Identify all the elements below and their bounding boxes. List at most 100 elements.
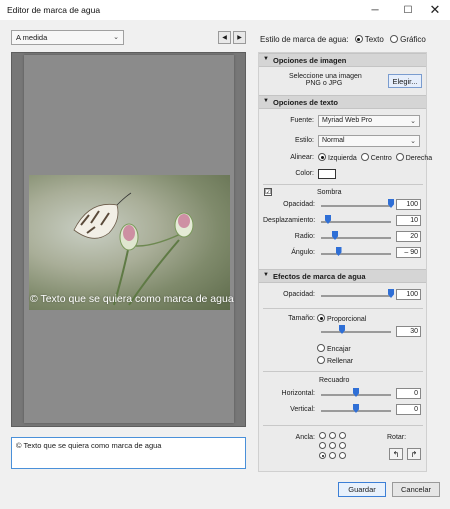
size-slider[interactable] xyxy=(321,331,391,333)
shadow-radius-field[interactable]: 20 xyxy=(396,231,421,242)
watermark-style-row: Estilo de marca de agua: Texto Gráfico xyxy=(260,35,426,44)
preset-value: A medida xyxy=(16,33,48,42)
style-text-radio[interactable]: Texto xyxy=(354,35,384,44)
collapse-triangle-icon: ▼ xyxy=(263,272,269,278)
align-center-label: Centro xyxy=(370,155,392,162)
horizontal-field[interactable]: 0 xyxy=(396,388,421,399)
align-options: Izquierda Centro Derecha xyxy=(318,153,432,162)
radio-icon xyxy=(317,356,325,364)
cancel-button[interactable]: Cancelar xyxy=(392,482,440,497)
font-label: Fuente: xyxy=(290,117,314,124)
anchor-bottom-center[interactable] xyxy=(329,452,336,459)
preset-dropdown[interactable]: A medida ⌄ xyxy=(11,30,124,45)
effects-opacity-slider[interactable] xyxy=(321,295,391,297)
radio-icon xyxy=(317,344,325,352)
choose-image-button[interactable]: Elegir... xyxy=(388,74,422,88)
radio-icon xyxy=(390,35,399,43)
align-right-label: Derecha xyxy=(405,155,433,162)
effects-opacity-field[interactable]: 100 xyxy=(396,289,421,300)
section-image-options[interactable]: ▼ Opciones de imagen xyxy=(259,53,426,67)
image-hint-line1: Seleccione una imagen xyxy=(289,73,362,80)
anchor-middle-left[interactable] xyxy=(319,442,326,449)
maximize-button[interactable]: ☐ xyxy=(393,0,423,20)
left-arrow-icon: ◀ xyxy=(222,35,227,41)
section-watermark-effects[interactable]: ▼ Efectos de marca de agua xyxy=(259,269,426,283)
shadow-angle-slider[interactable] xyxy=(321,253,391,255)
font-value: Myriad Web Pro xyxy=(322,117,373,124)
size-fill-radio[interactable]: Rellenar xyxy=(317,356,353,365)
font-style-value: Normal xyxy=(322,137,345,144)
save-button[interactable]: Guardar xyxy=(338,482,386,497)
shadow-label: Sombra xyxy=(317,189,342,196)
size-proportional-radio[interactable]: Proporcional xyxy=(317,314,366,323)
horizontal-label: Horizontal: xyxy=(281,390,315,397)
shadow-radius-slider[interactable] xyxy=(321,237,391,239)
preview-photo xyxy=(29,175,230,310)
previous-button[interactable]: ◀ xyxy=(218,31,231,44)
collapse-triangle-icon: ▼ xyxy=(263,56,269,62)
size-field[interactable]: 30 xyxy=(396,326,421,337)
radio-icon xyxy=(395,153,404,161)
style-text-label: Texto xyxy=(364,35,384,44)
section-title: Opciones de texto xyxy=(273,98,339,107)
align-label: Alinear: xyxy=(290,154,314,161)
shadow-angle-field[interactable]: – 90 xyxy=(396,247,421,258)
anchor-top-center[interactable] xyxy=(329,432,336,439)
chevron-down-icon: ⌄ xyxy=(410,138,416,145)
font-style-select[interactable]: Normal ⌄ xyxy=(318,135,420,147)
shadow-checkbox[interactable]: ☑ xyxy=(264,188,272,196)
window-title: Editor de marca de agua xyxy=(7,5,101,15)
chevron-down-icon: ⌄ xyxy=(113,34,119,41)
chevron-down-icon: ⌄ xyxy=(410,118,416,125)
anchor-bottom-left[interactable] xyxy=(319,452,326,459)
shadow-opacity-slider[interactable] xyxy=(321,205,391,207)
radio-icon xyxy=(360,153,369,161)
preview-page: © Texto que se quiera como marca de agua xyxy=(24,55,234,423)
anchor-top-left[interactable] xyxy=(319,432,326,439)
shadow-radius-label: Radio: xyxy=(294,233,315,240)
font-select[interactable]: Myriad Web Pro ⌄ xyxy=(318,115,420,127)
shadow-opacity-field[interactable]: 100 xyxy=(396,199,421,210)
effects-opacity-label: Opacidad: xyxy=(283,291,315,298)
color-label: Color: xyxy=(295,170,314,177)
shadow-opacity-label: Opacidad: xyxy=(283,201,315,208)
watermark-preview-text: © Texto que se quiera como marca de agua xyxy=(30,293,234,305)
align-right-radio[interactable]: Derecha xyxy=(395,153,433,162)
minimize-button[interactable]: ─ xyxy=(360,0,390,20)
anchor-bottom-right[interactable] xyxy=(339,452,346,459)
shadow-offset-field[interactable]: 10 xyxy=(396,215,421,226)
shadow-offset-slider[interactable] xyxy=(321,221,391,223)
size-fill-label: Rellenar xyxy=(327,358,354,365)
settings-panel: ▼ Opciones de imagen Seleccione una imag… xyxy=(258,52,432,472)
align-left-label: Izquierda xyxy=(328,155,357,162)
size-proportional-label: Proporcional xyxy=(327,316,367,323)
divider xyxy=(263,371,423,372)
align-left-radio[interactable]: Izquierda xyxy=(318,153,357,162)
shadow-offset-label: Desplazamiento: xyxy=(263,217,316,224)
next-button[interactable]: ▶ xyxy=(233,31,246,44)
align-center-radio[interactable]: Centro xyxy=(360,153,392,162)
section-text-options[interactable]: ▼ Opciones de texto xyxy=(259,95,426,109)
title-bar: Editor de marca de agua ─ ☐ ✕ xyxy=(0,0,450,20)
rotate-right-button[interactable]: ↱ xyxy=(407,448,421,460)
rotate-left-button[interactable]: ↰ xyxy=(389,448,403,460)
size-fit-radio[interactable]: Encajar xyxy=(317,344,351,353)
butterfly-flower-image xyxy=(73,192,194,306)
shadow-angle-label: Ángulo: xyxy=(291,249,315,256)
anchor-middle-right[interactable] xyxy=(339,442,346,449)
style-graphic-radio[interactable]: Gráfico xyxy=(390,35,426,44)
image-hint-line2: PNG o JPG xyxy=(305,80,343,87)
rotate-label: Rotar: xyxy=(387,434,407,441)
anchor-top-right[interactable] xyxy=(339,432,346,439)
watermark-text-input[interactable]: © Texto que se quiera como marca de agua xyxy=(11,437,246,469)
anchor-middle-center[interactable] xyxy=(329,442,336,449)
radio-selected-icon xyxy=(354,35,363,43)
color-swatch[interactable] xyxy=(318,169,336,179)
divider xyxy=(263,184,423,185)
preview-area: © Texto que se quiera como marca de agua xyxy=(11,52,246,427)
style-graphic-label: Gráfico xyxy=(400,35,426,44)
image-hint: Seleccione una imagen PNG o JPG xyxy=(289,73,362,87)
collapse-triangle-icon: ▼ xyxy=(263,98,269,104)
vertical-field[interactable]: 0 xyxy=(396,404,421,415)
close-button[interactable]: ✕ xyxy=(420,0,450,20)
